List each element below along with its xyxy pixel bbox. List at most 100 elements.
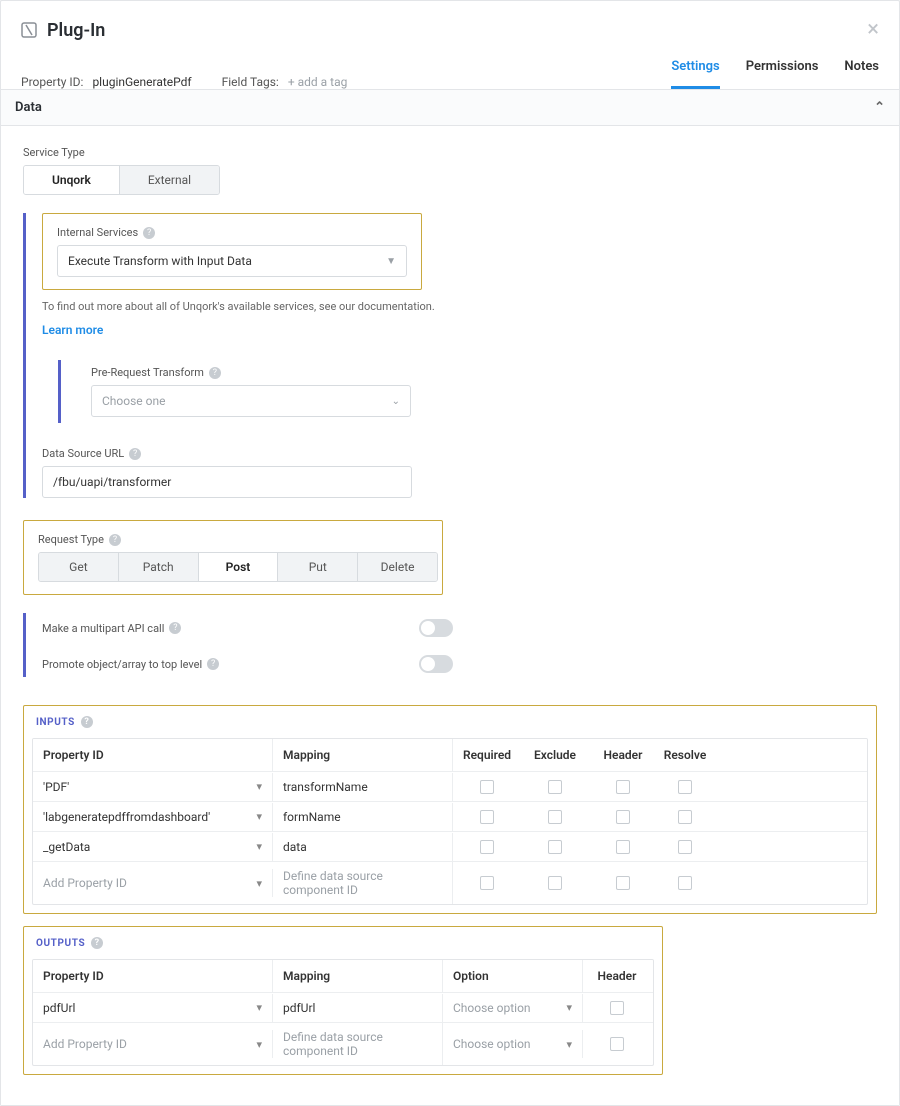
modal-title: Plug-In xyxy=(47,20,105,41)
promote-toggle[interactable] xyxy=(419,655,453,673)
tab-permissions[interactable]: Permissions xyxy=(746,59,819,89)
inputs-title: INPUTS ? xyxy=(24,706,876,738)
caret-down-icon: ▼ xyxy=(386,256,396,267)
request-get[interactable]: Get xyxy=(39,553,118,581)
input-map-cell[interactable]: formName xyxy=(273,803,453,831)
request-post[interactable]: Post xyxy=(198,553,278,581)
table-row: pdfUrl▾ pdfUrl Choose option▾ xyxy=(33,992,653,1022)
promote-label: Promote object/array to top level ? xyxy=(42,658,219,671)
caret-down-icon: ▾ xyxy=(256,840,262,853)
checkbox[interactable] xyxy=(548,840,562,854)
section-data-body: Service Type Unqork External Internal Se… xyxy=(1,126,899,1105)
outputs-table: Property ID Mapping Option Header pdfUrl… xyxy=(32,959,654,1066)
input-map-cell[interactable]: data xyxy=(273,833,453,861)
learn-more-link[interactable]: Learn more xyxy=(42,323,103,337)
service-type-unqork[interactable]: Unqork xyxy=(24,166,119,194)
service-type-segment: Unqork External xyxy=(23,165,220,195)
help-icon[interactable]: ? xyxy=(143,227,155,239)
checkbox[interactable] xyxy=(548,876,562,890)
chevron-down-icon: ⌄ xyxy=(392,396,400,407)
checkbox[interactable] xyxy=(480,876,494,890)
help-icon[interactable]: ? xyxy=(209,367,221,379)
table-row: _getData▾ data xyxy=(33,831,867,861)
checkbox[interactable] xyxy=(678,780,692,794)
checkbox[interactable] xyxy=(678,876,692,890)
pre-request-select[interactable]: Choose one ⌄ xyxy=(91,385,411,417)
table-row-add: Add Property ID▾ Define data source comp… xyxy=(33,1022,653,1065)
outputs-panel: OUTPUTS ? Property ID Mapping Option Hea… xyxy=(23,926,663,1075)
request-type-label: Request Type ? xyxy=(38,533,428,546)
request-patch[interactable]: Patch xyxy=(118,553,198,581)
input-prop-cell[interactable]: _getData▾ xyxy=(33,833,273,861)
service-type-external[interactable]: External xyxy=(119,166,219,194)
define-map-cell[interactable]: Define data source component ID xyxy=(273,1023,443,1065)
input-prop-cell[interactable]: 'PDF'▾ xyxy=(33,773,273,801)
checkbox[interactable] xyxy=(678,810,692,824)
request-delete[interactable]: Delete xyxy=(357,553,437,581)
add-tag-link[interactable]: + add a tag xyxy=(288,75,348,89)
help-icon[interactable]: ? xyxy=(129,448,141,460)
table-row: 'PDF'▾ transformName xyxy=(33,771,867,801)
caret-down-icon: ▾ xyxy=(566,1038,572,1051)
help-icon[interactable]: ? xyxy=(109,534,121,546)
checkbox[interactable] xyxy=(616,780,630,794)
input-map-cell[interactable]: transformName xyxy=(273,773,453,801)
col-property-id: Property ID xyxy=(33,960,273,992)
checkbox[interactable] xyxy=(616,810,630,824)
table-row-add: Add Property ID▾ Define data source comp… xyxy=(33,861,867,904)
checkbox[interactable] xyxy=(480,780,494,794)
output-prop-cell[interactable]: pdfUrl▾ xyxy=(33,994,273,1022)
caret-down-icon: ▾ xyxy=(256,1001,262,1014)
close-icon[interactable]: × xyxy=(867,19,879,41)
choose-option-cell[interactable]: Choose option▾ xyxy=(443,1030,583,1058)
help-icon[interactable]: ? xyxy=(169,622,181,634)
checkbox[interactable] xyxy=(610,1001,624,1015)
request-type-segment: Get Patch Post Put Delete xyxy=(38,552,438,582)
checkbox[interactable] xyxy=(678,840,692,854)
internal-services-select[interactable]: Execute Transform with Input Data ▼ xyxy=(57,245,407,277)
help-icon[interactable]: ? xyxy=(81,716,93,728)
col-option: Option xyxy=(443,960,583,992)
add-property-cell[interactable]: Add Property ID▾ xyxy=(33,869,273,897)
caret-down-icon: ▾ xyxy=(256,810,262,823)
internal-services-label: Internal Services ? xyxy=(57,226,407,239)
section-data-bar[interactable]: Data ⌃ xyxy=(1,89,899,126)
checkbox[interactable] xyxy=(610,1037,624,1051)
tab-settings[interactable]: Settings xyxy=(671,59,719,89)
property-id-value[interactable]: pluginGeneratePdf xyxy=(92,75,191,89)
input-prop-cell[interactable]: 'labgeneratepdffromdashboard'▾ xyxy=(33,803,273,831)
checkbox[interactable] xyxy=(480,810,494,824)
pre-request-label: Pre-Request Transform ? xyxy=(91,366,411,379)
output-option-cell[interactable]: Choose option▾ xyxy=(443,994,583,1022)
multipart-toggle[interactable] xyxy=(419,619,453,637)
col-header: Header xyxy=(583,960,651,992)
plugin-icon xyxy=(21,22,37,38)
request-put[interactable]: Put xyxy=(277,553,357,581)
caret-down-icon: ▾ xyxy=(256,780,262,793)
add-property-cell[interactable]: Add Property ID▾ xyxy=(33,1030,273,1058)
checkbox[interactable] xyxy=(480,840,494,854)
service-type-label: Service Type xyxy=(23,146,877,159)
caret-down-icon: ▾ xyxy=(566,1001,572,1014)
inputs-panel: INPUTS ? Property ID Mapping Required Ex… xyxy=(23,705,877,914)
col-header: Header xyxy=(589,739,657,771)
define-map-cell[interactable]: Define data source component ID xyxy=(273,862,453,904)
data-source-input[interactable]: /fbu/uapi/transformer xyxy=(42,466,412,498)
col-mapping: Mapping xyxy=(273,960,443,992)
checkbox[interactable] xyxy=(616,876,630,890)
checkbox[interactable] xyxy=(616,840,630,854)
col-required: Required xyxy=(453,739,521,771)
col-resolve: Resolve xyxy=(657,739,713,771)
table-row: 'labgeneratepdffromdashboard'▾ formName xyxy=(33,801,867,831)
data-source-label: Data Source URL ? xyxy=(42,447,412,460)
help-icon[interactable]: ? xyxy=(207,658,219,670)
internal-services-note: To find out more about all of Unqork's a… xyxy=(42,300,877,313)
checkbox[interactable] xyxy=(548,810,562,824)
plugin-modal: Plug-In × Property ID: pluginGeneratePdf… xyxy=(0,0,900,1106)
output-map-cell[interactable]: pdfUrl xyxy=(273,994,443,1022)
modal-header: Plug-In × Property ID: pluginGeneratePdf… xyxy=(1,1,899,89)
help-icon[interactable]: ? xyxy=(91,937,103,949)
tab-notes[interactable]: Notes xyxy=(844,59,879,89)
property-id-label: Property ID: xyxy=(21,75,83,89)
checkbox[interactable] xyxy=(548,780,562,794)
